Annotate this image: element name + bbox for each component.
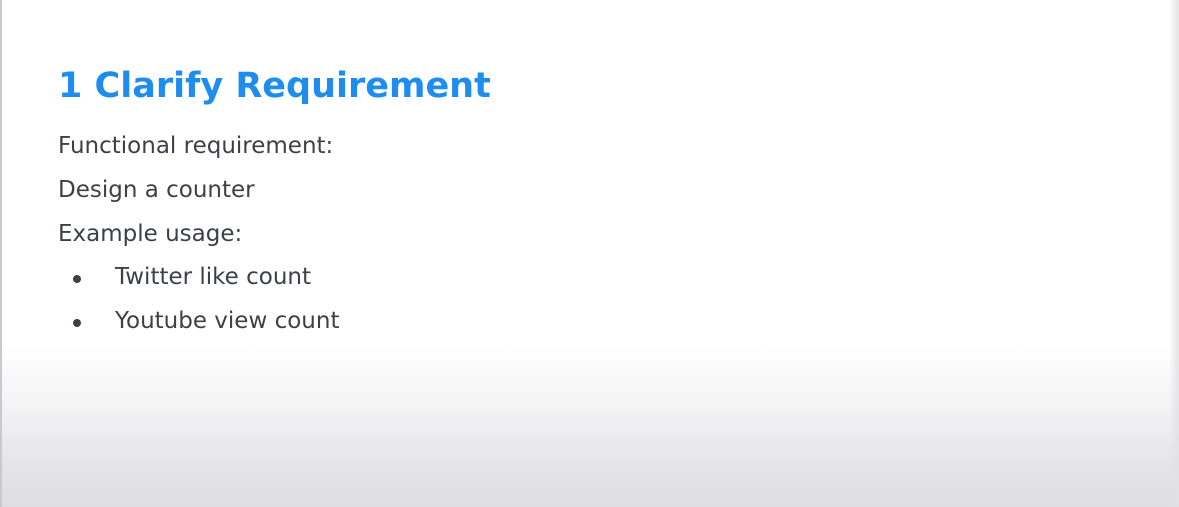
slide-title: 1 Clarify Requirement bbox=[58, 66, 491, 106]
bullet-icon bbox=[73, 275, 81, 283]
example-usage-label: Example usage: bbox=[58, 221, 243, 247]
functional-requirement-label: Functional requirement: bbox=[58, 133, 334, 159]
bullet-icon bbox=[73, 319, 81, 327]
list-item-text: Youtube view count bbox=[115, 308, 340, 334]
list-item-text: Twitter like count bbox=[115, 264, 312, 290]
design-statement: Design a counter bbox=[58, 177, 255, 203]
slide: 1 Clarify Requirement Functional require… bbox=[0, 0, 1179, 507]
